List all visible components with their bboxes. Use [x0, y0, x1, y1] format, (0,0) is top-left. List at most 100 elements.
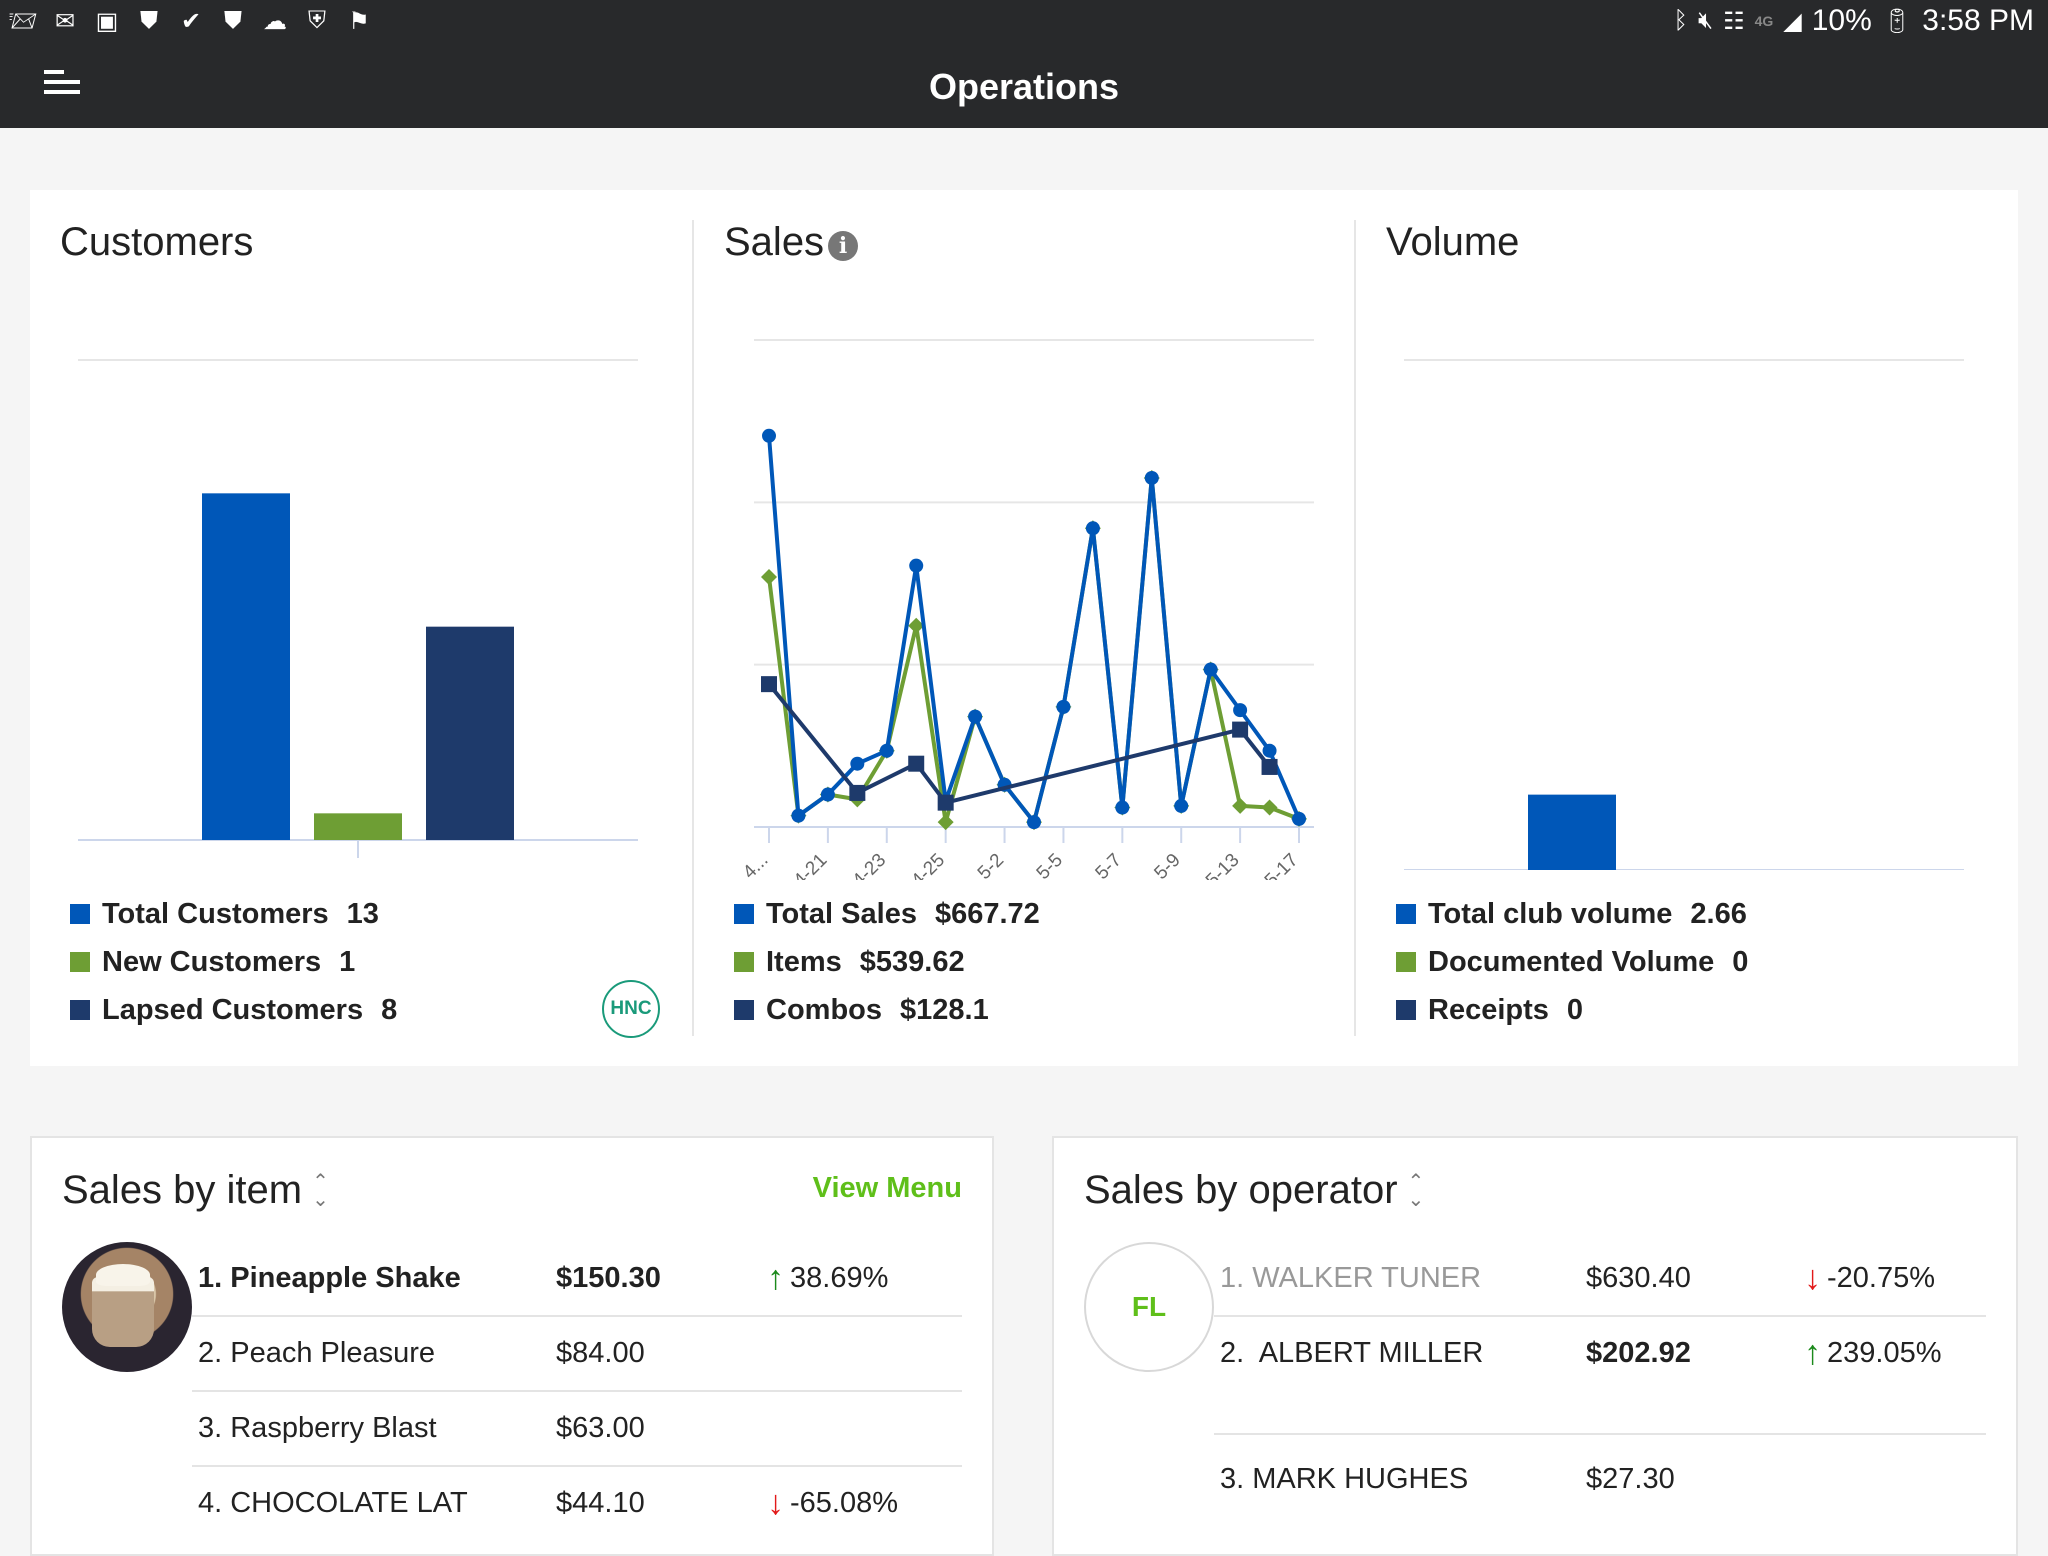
sort-icon[interactable]: ⌃ ⌄ — [1408, 1172, 1425, 1210]
data-point — [909, 558, 924, 573]
sales-by-item-title-wrap: Sales by item ⌃ ⌄ — [62, 1168, 329, 1213]
legend-item: Documented Volume 0 — [1396, 938, 1748, 986]
volume-title: Volume — [1386, 220, 1520, 264]
arrow-down-icon: ↓ — [767, 1484, 784, 1522]
legend-item: Items $539.62 — [734, 938, 1040, 986]
status-bar: 📨︎ ✉ ▣ ⛊ ✔ ⛊ ☁ ⛨ ⚑ ᛒ 🔇︎ ☷ 4G ◢ 10% 🔋︎ 3:… — [0, 0, 2048, 48]
sales-by-operator-title-wrap: Sales by operator ⌃ ⌄ — [1084, 1168, 1424, 1213]
legend-item: Total Customers 13 — [70, 890, 397, 938]
bar-lapsed-customers — [426, 626, 514, 840]
legend-item: Total club volume 2.66 — [1396, 890, 1748, 938]
sales-by-item-list: 1. Pineapple Shake $150.30 ↑ 38.69% 2. Pe… — [192, 1242, 962, 1542]
data-point — [908, 755, 925, 772]
data-point — [761, 676, 777, 693]
sales-title: Sales — [724, 220, 825, 264]
sales-by-item-title: Sales by item — [62, 1168, 303, 1212]
data-point — [1232, 797, 1249, 814]
legend-item: Lapsed Customers 8 — [70, 986, 397, 1034]
legend-swatch — [734, 904, 754, 924]
hnc-badge[interactable]: HNC — [602, 980, 660, 1038]
sales-legend: Total Sales $667.72 Items $539.62 Combos $1… — [734, 890, 1040, 1034]
x-tick-label: 5-17 — [1261, 850, 1303, 880]
legend-item: Total Sales $667.72 — [734, 890, 1040, 938]
volume-bar-chart — [1404, 359, 1964, 870]
data-point — [1292, 811, 1306, 826]
shield-phone-icon: ⛊ — [224, 7, 242, 34]
data-point — [1085, 521, 1100, 536]
weather-icon: ☁ — [263, 7, 287, 35]
list-item[interactable]: 2. ALBERT MILLER $202.92 ↑ 239.05% — [1214, 1317, 1986, 1435]
clock: 3:58 PM — [1922, 4, 2034, 37]
legend-swatch — [1396, 952, 1416, 972]
legend-swatch — [70, 904, 90, 924]
wifi-icon: ☷ — [1723, 7, 1745, 35]
data-point — [820, 787, 835, 802]
system-indicators: ᛒ 🔇︎ ☷ 4G ◢ 10% 🔋︎ 3:58 PM — [1674, 4, 2034, 38]
sales-by-operator-title: Sales by operator — [1084, 1168, 1398, 1212]
sales-by-operator-list: 1. WALKER TUNER $630.40 ↓ -20.75% 2. ALBE… — [1214, 1242, 1986, 1510]
data-point — [1056, 699, 1071, 714]
list-item[interactable]: 1. Pineapple Shake $150.30 ↑ 38.69% — [192, 1242, 962, 1317]
data-point — [1261, 758, 1278, 775]
sales-by-item-card: Sales by item ⌃ ⌄ View Menu 1. Pineapple … — [30, 1136, 994, 1556]
data-point — [1144, 470, 1159, 485]
data-point — [849, 784, 866, 801]
x-tick-label: 5-13 — [1202, 850, 1244, 880]
x-tick-label: 5-5 — [1033, 850, 1067, 880]
data-point — [850, 756, 865, 771]
x-tick-label: 5-9 — [1150, 850, 1184, 880]
list-item[interactable]: 3. Raspberry Blast $63.00 — [192, 1392, 962, 1467]
notification-icons: 📨︎ ✉ ▣ ⛊ ✔ ⛊ ☁ ⛨ ⚑ — [8, 6, 374, 36]
sales-title-wrap: Sales i — [724, 220, 859, 265]
bar-total-club-volume — [1528, 794, 1616, 870]
data-point — [791, 808, 806, 823]
sales-line-chart: 4... 4-21 4-23 4-25 5-2 5-5 5-7 5-9 5-13 5-17 — [739, 339, 1314, 880]
sort-icon[interactable]: ⌃ ⌄ — [312, 1172, 329, 1210]
legend-swatch — [70, 952, 90, 972]
legend-item: Receipts 0 — [1396, 986, 1748, 1034]
list-item[interactable]: 3. MARK HUGHES $27.30 — [1214, 1435, 1986, 1510]
series-line-total-sales — [767, 435, 1301, 825]
security-shield-icon: ⛨ — [308, 7, 326, 34]
data-point — [1261, 799, 1278, 816]
legend-item: Combos $128.1 — [734, 986, 1040, 1034]
check-flag-icon: ⚑ — [348, 7, 370, 35]
legend-swatch — [734, 952, 754, 972]
battery-percent: 10% — [1811, 4, 1872, 37]
list-item[interactable]: 1. WALKER TUNER $630.40 ↓ -20.75% — [1214, 1242, 1986, 1317]
data-point — [762, 428, 776, 443]
page-title: Operations — [928, 66, 1120, 107]
data-point — [1027, 815, 1041, 830]
4g-lte-icon: 4G — [1754, 13, 1774, 29]
legend-swatch — [1396, 1000, 1416, 1020]
data-point — [879, 743, 894, 758]
app-bar: Operations — [0, 48, 2048, 128]
arrow-down-icon: ↓ — [1804, 1259, 1821, 1297]
data-point — [1232, 721, 1249, 738]
x-tick-label: 4-23 — [849, 850, 891, 880]
sales-by-operator-card: Sales by operator ⌃ ⌄ FL 1. WALKER TUNER … — [1052, 1136, 2018, 1556]
data-point — [1115, 800, 1130, 815]
info-icon[interactable]: i — [828, 230, 859, 261]
volume-panel: Volume Total club volume 2.66 Documented … — [1354, 220, 2016, 1036]
sales-panel: Sales i 4... 4-21 4-23 4-25 5-2 5-5 5-7 5-9 5-13… — [692, 220, 1354, 1036]
shield-phone-icon: ⛊ — [140, 7, 158, 34]
customers-panel: Customers Total Customers 13 New Customer… — [30, 190, 692, 1066]
arrow-up-icon: ↑ — [767, 1259, 784, 1297]
x-tick-label: 4-21 — [790, 850, 832, 880]
mute-vibrate-icon: 🔇︎ — [1697, 7, 1714, 34]
bar-total-customers — [202, 493, 290, 840]
view-menu-link[interactable]: View Menu — [813, 1172, 962, 1205]
signal-icon: ◢ — [1783, 7, 1802, 35]
customers-title: Customers — [60, 220, 254, 264]
volume-legend: Total club volume 2.66 Documented Volume 0… — [1396, 890, 1748, 1034]
list-item[interactable]: 4. CHOCOLATE LAT $44.10 ↓ -65.08% — [192, 1467, 962, 1542]
bluetooth-icon: ᛒ — [1673, 7, 1688, 34]
list-item[interactable]: 2. Peach Pleasure $84.00 — [192, 1317, 962, 1392]
x-tick-label: 4... — [739, 850, 773, 880]
operator-avatar: FL — [1084, 1242, 1214, 1372]
legend-swatch — [70, 1000, 90, 1020]
legend-swatch — [734, 1000, 754, 1020]
summary-card: Customers Total Customers 13 New Customer… — [30, 190, 2018, 1066]
battery-charging-icon: 🔋︎ — [1881, 7, 1913, 35]
